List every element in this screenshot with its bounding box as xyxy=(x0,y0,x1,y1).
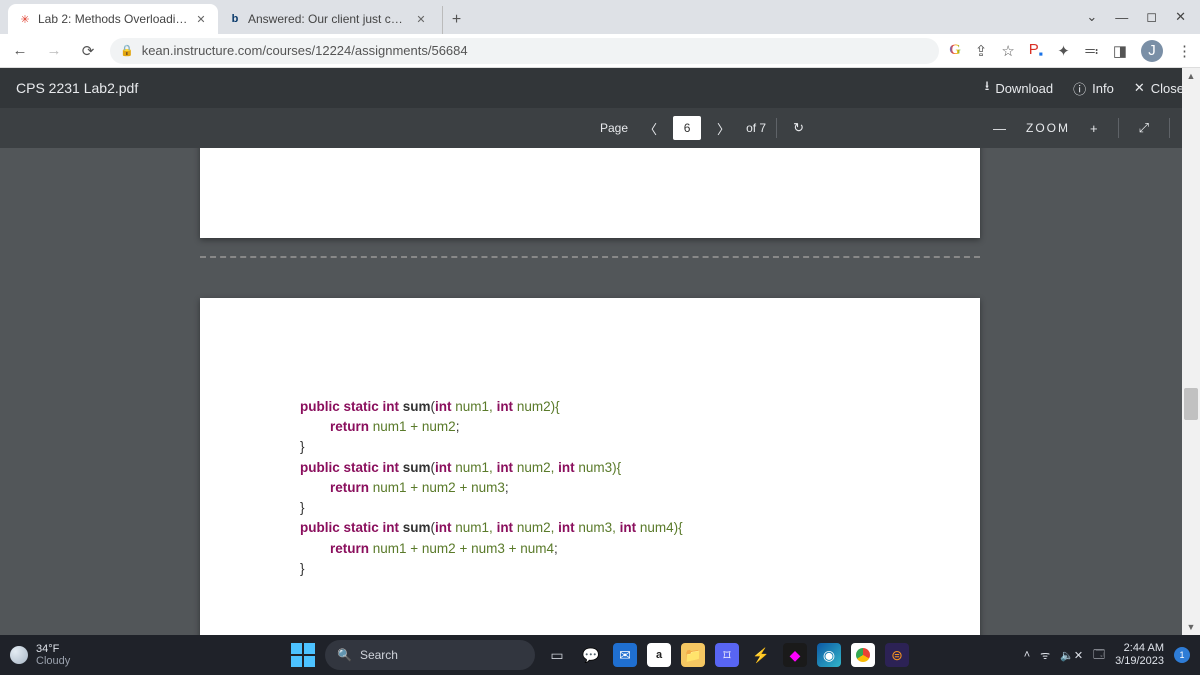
zoom-in-button[interactable]: + xyxy=(1084,117,1104,140)
side-panel-icon[interactable]: ◨ xyxy=(1113,42,1127,60)
pdf-viewport[interactable]: public static int sum(int num1, int num2… xyxy=(0,148,1182,635)
tab-bartleby[interactable]: b Answered: Our client just contact ✕ xyxy=(218,4,438,34)
next-page-button[interactable]: 〉 xyxy=(711,115,736,142)
chat-icon[interactable]: 💬 xyxy=(579,643,603,667)
weather-temp: 34°F xyxy=(36,643,70,655)
kebab-menu-icon[interactable]: ⋮ xyxy=(1177,42,1192,60)
close-window-icon[interactable]: ✕ xyxy=(1175,9,1186,25)
lock-icon: 🔒 xyxy=(120,44,134,57)
close-icon[interactable]: ✕ xyxy=(414,12,428,26)
info-button[interactable]: ⓘ Info xyxy=(1073,79,1114,98)
task-view-icon[interactable]: ▭ xyxy=(545,643,569,667)
address-bar[interactable]: 🔒 kean.instructure.com/courses/12224/ass… xyxy=(110,38,939,64)
cloud-icon xyxy=(10,646,28,664)
google-icon[interactable]: G xyxy=(949,42,961,59)
ext-pin-icon[interactable]: P▪ xyxy=(1029,41,1043,61)
windows-taskbar: 34°F Cloudy 🔍 Search ▭ 💬 ✉ a 📁 ⌑ ⚡ ◆ ◉ ⊜… xyxy=(0,635,1200,675)
zoom-label: ZOOM xyxy=(1026,121,1070,135)
code-block: public static int sum(int num1, int num2… xyxy=(300,398,880,580)
app-icon[interactable]: ◆ xyxy=(783,643,807,667)
mail-icon[interactable]: ✉ xyxy=(613,643,637,667)
chrome-icon[interactable] xyxy=(851,643,875,667)
download-button[interactable]: ⭳ Download xyxy=(985,77,1053,99)
page-separator xyxy=(200,256,980,258)
taskbar-search[interactable]: 🔍 Search xyxy=(325,640,535,670)
pdf-toolbar: Page 〈 〉 of 7 ↻ — ZOOM + ⤢ xyxy=(0,108,1200,148)
divider xyxy=(1118,118,1119,138)
close-icon: ✕ xyxy=(1134,80,1145,96)
reload-button[interactable]: ⟳ xyxy=(76,39,100,63)
window-controls: ⌄ — ◻ ✕ xyxy=(1086,0,1200,34)
file-explorer-icon[interactable]: 📁 xyxy=(681,643,705,667)
close-pdf-button[interactable]: ✕ Close xyxy=(1134,80,1184,96)
tab-title: Answered: Our client just contact xyxy=(248,12,408,26)
divider xyxy=(1169,118,1170,138)
star-icon[interactable]: ☆ xyxy=(1001,42,1014,60)
pdf-header: CPS 2231 Lab2.pdf ⭳ Download ⓘ Info ✕ Cl… xyxy=(0,68,1200,108)
pdf-page-current: public static int sum(int num1, int num2… xyxy=(200,298,980,635)
scroll-down-arrow[interactable]: ▼ xyxy=(1182,619,1200,635)
taskbar-center: 🔍 Search ▭ 💬 ✉ a 📁 ⌑ ⚡ ◆ ◉ ⊜ xyxy=(291,640,909,670)
battery-icon[interactable]: 🗔 xyxy=(1093,646,1105,665)
weather-desc: Cloudy xyxy=(36,655,70,667)
zoom-out-button[interactable]: — xyxy=(987,117,1012,140)
clock-date: 3/19/2023 xyxy=(1115,655,1164,668)
tab-title: Lab 2: Methods Overloading xyxy=(38,12,188,26)
page-label: Page xyxy=(600,121,628,135)
page-navigation: Page 〈 〉 of 7 ↻ xyxy=(600,115,810,142)
extensions-icon[interactable]: ✦ xyxy=(1057,42,1070,60)
tray-chevron-icon[interactable]: ˄ xyxy=(1024,649,1030,661)
minimize-icon[interactable]: — xyxy=(1115,10,1128,25)
scroll-thumb[interactable] xyxy=(1184,388,1198,420)
edge-icon[interactable]: ◉ xyxy=(817,643,841,667)
download-icon: ⭳ xyxy=(985,77,990,99)
page-total: of 7 xyxy=(746,121,766,135)
pdf-file-title: CPS 2231 Lab2.pdf xyxy=(16,80,138,96)
rotate-button[interactable]: ↻ xyxy=(787,116,810,140)
discord-icon[interactable]: ⌑ xyxy=(715,643,739,667)
browser-tabstrip: ✳ Lab 2: Methods Overloading ✕ b Answere… xyxy=(0,0,1200,34)
share-icon[interactable]: ⇪ xyxy=(975,42,988,60)
volume-icon[interactable]: 🔈✕ xyxy=(1060,649,1083,662)
system-tray: ˄ ᯤ 🔈✕ 🗔 2:44 AM 3/19/2023 1 xyxy=(1024,642,1190,667)
scrollbar[interactable]: ▲ ▼ xyxy=(1182,68,1200,635)
close-icon[interactable]: ✕ xyxy=(194,12,208,26)
reading-list-icon[interactable]: ≕ xyxy=(1084,42,1099,60)
bartleby-favicon: b xyxy=(228,12,242,26)
wifi-icon[interactable]: ᯤ xyxy=(1040,648,1050,663)
amazon-icon[interactable]: a xyxy=(647,643,671,667)
notification-badge[interactable]: 1 xyxy=(1174,647,1190,663)
divider xyxy=(776,118,777,138)
scroll-up-arrow[interactable]: ▲ xyxy=(1182,68,1200,84)
maximize-icon[interactable]: ◻ xyxy=(1146,9,1157,25)
toolbar-actions: G ⇪ ☆ P▪ ✦ ≕ ◨ J ⋮ xyxy=(949,40,1192,62)
info-icon: ⓘ xyxy=(1073,79,1086,98)
browser-toolbar: ← → ⟳ 🔒 kean.instructure.com/courses/122… xyxy=(0,34,1200,68)
fullscreen-button[interactable]: ⤢ xyxy=(1133,116,1155,140)
clock-time: 2:44 AM xyxy=(1115,642,1164,655)
prev-page-button[interactable]: 〈 xyxy=(638,115,663,142)
forward-button[interactable]: → xyxy=(42,39,66,63)
chevron-down-icon[interactable]: ⌄ xyxy=(1086,9,1097,25)
new-tab-button[interactable]: + xyxy=(442,6,470,34)
url-text: kean.instructure.com/courses/12224/assig… xyxy=(142,43,468,58)
tab-lab2[interactable]: ✳ Lab 2: Methods Overloading ✕ xyxy=(8,4,218,34)
page-number-input[interactable] xyxy=(673,116,701,140)
clock[interactable]: 2:44 AM 3/19/2023 xyxy=(1115,642,1164,667)
back-button[interactable]: ← xyxy=(8,39,32,63)
bolt-icon[interactable]: ⚡ xyxy=(749,643,773,667)
weather-widget[interactable]: 34°F Cloudy xyxy=(10,643,70,667)
eclipse-icon[interactable]: ⊜ xyxy=(885,643,909,667)
start-button[interactable] xyxy=(291,643,315,667)
search-placeholder: Search xyxy=(360,648,398,662)
pdf-page-prev xyxy=(200,148,980,238)
canvas-favicon: ✳ xyxy=(18,12,32,26)
search-icon: 🔍 xyxy=(337,648,352,662)
profile-avatar[interactable]: J xyxy=(1141,40,1163,62)
